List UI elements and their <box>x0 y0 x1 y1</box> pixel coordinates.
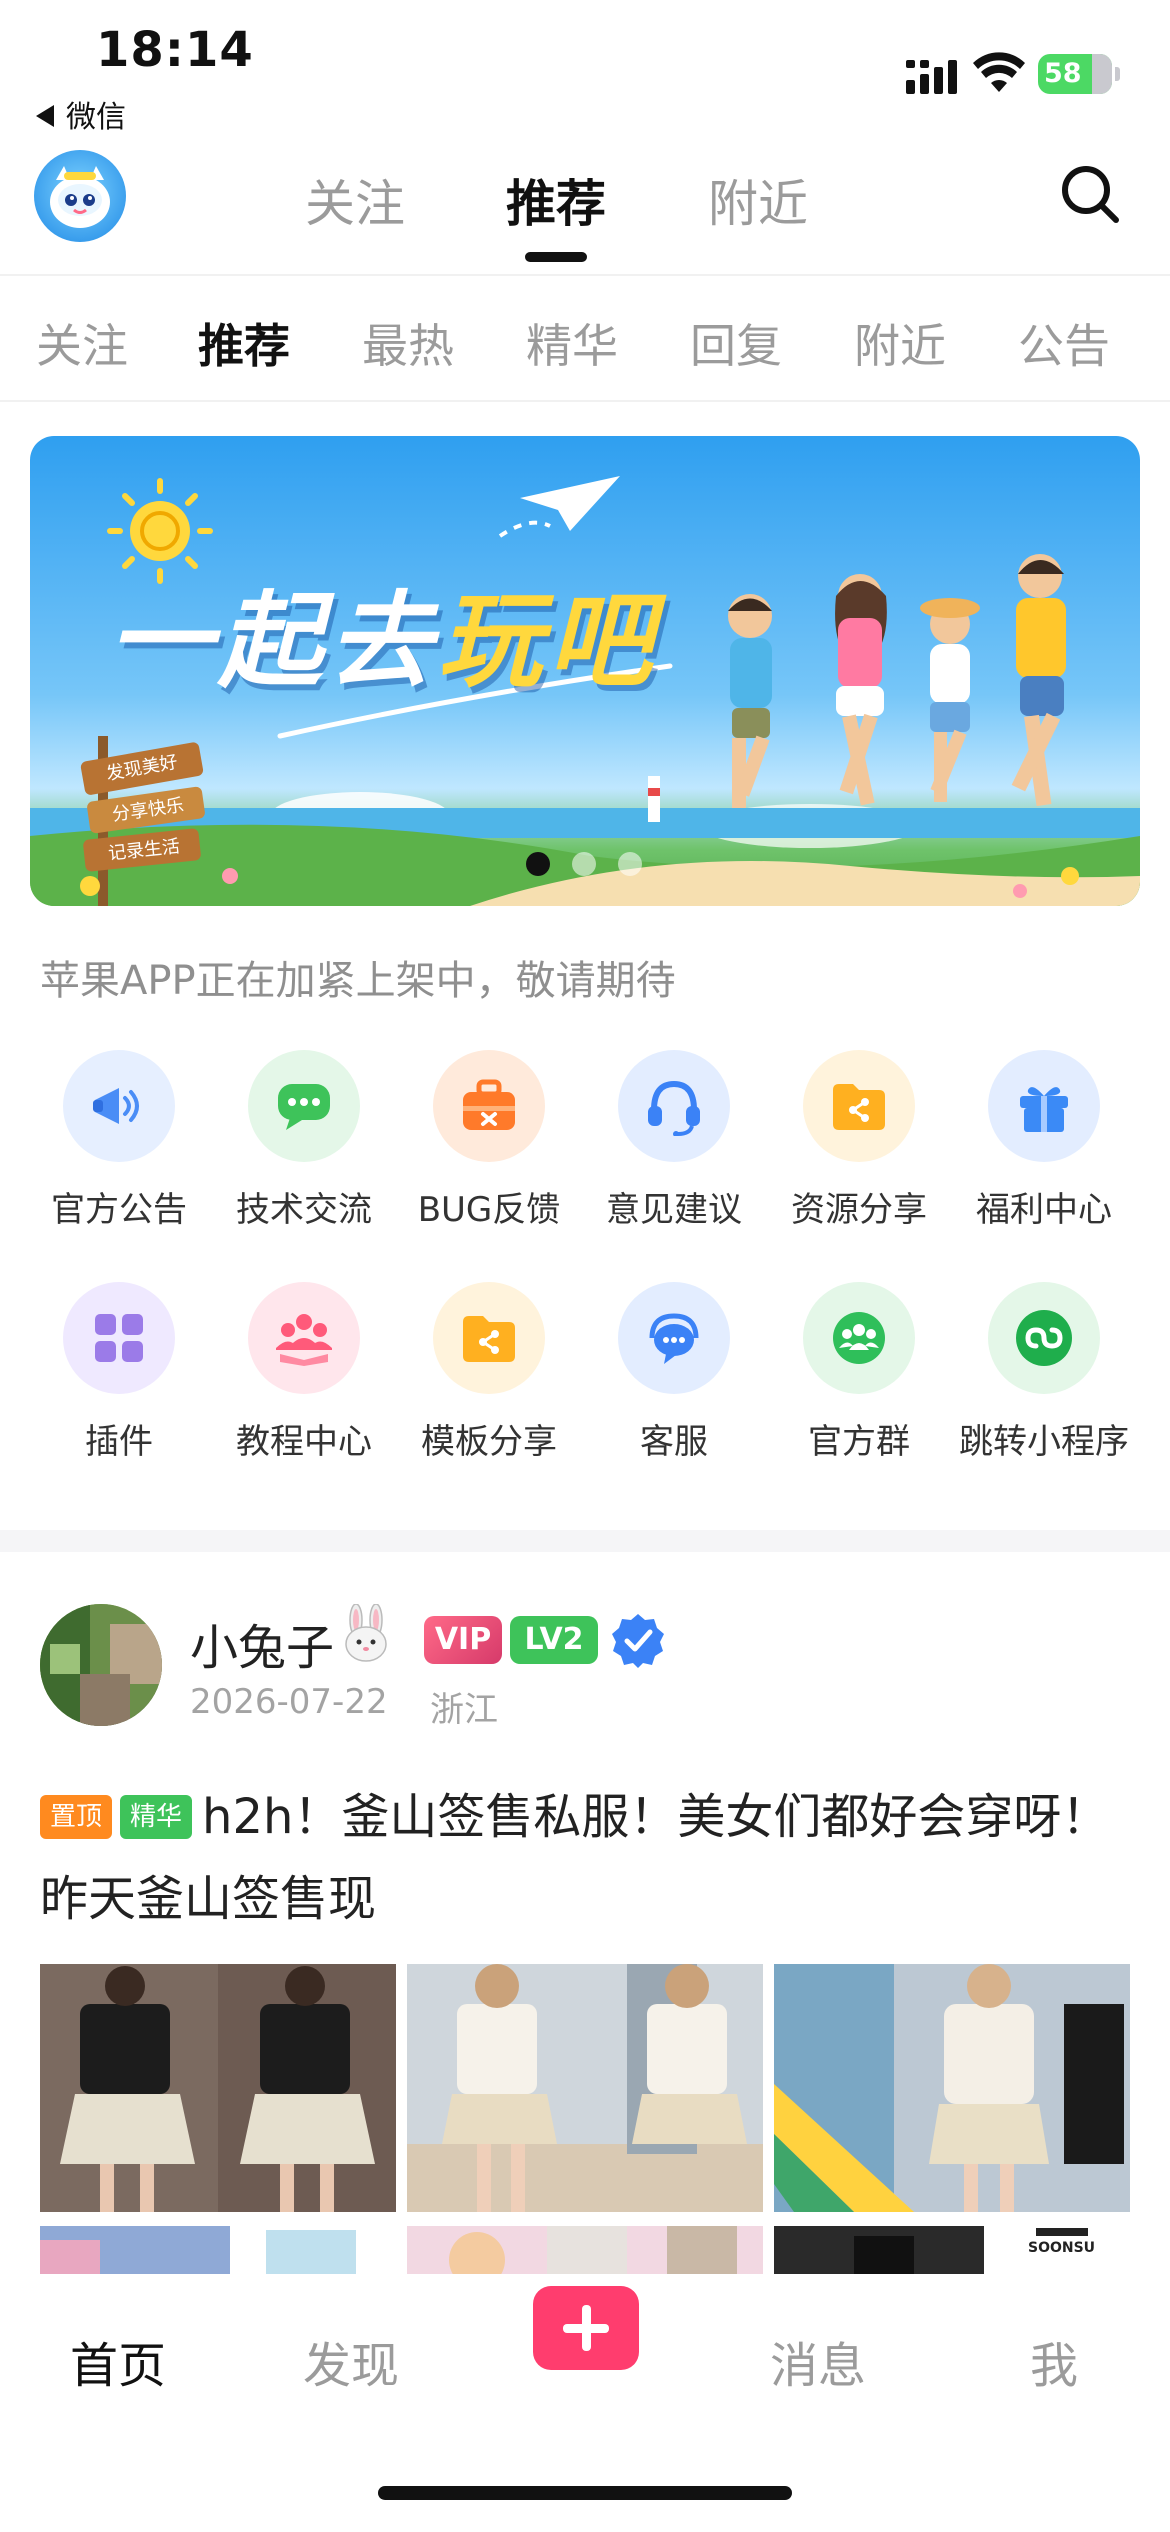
grid-item-suggestions[interactable]: 意见建议 <box>581 1050 767 1260</box>
status-time: 18:14 <box>96 22 254 78</box>
post-author-avatar[interactable] <box>40 1604 162 1726</box>
category-tabs: 关注 推荐 最热 精华 回复 附近 公告 <box>0 276 1170 402</box>
post-date: 2026-07-22 <box>190 1682 388 1722</box>
category-tab-following[interactable]: 关注 <box>36 310 128 376</box>
post-username[interactable]: 小兔子 <box>190 1608 334 1678</box>
post-photo-6[interactable]: SOONSU <box>774 2226 1130 2274</box>
grid-item-resource-share[interactable]: 资源分享 <box>766 1050 952 1260</box>
chat-icon <box>248 1050 360 1162</box>
group-icon <box>248 1282 360 1394</box>
post-photo-2[interactable] <box>407 1964 763 2212</box>
top-tab-nearby[interactable]: 附近 <box>708 164 808 236</box>
gift-icon <box>988 1050 1100 1162</box>
status-bar: 18:14 微信 58 <box>0 0 1170 140</box>
active-tab-indicator <box>525 252 587 262</box>
cellular-signal-icon <box>906 60 957 94</box>
pinned-tag: 置顶 <box>40 1795 113 1839</box>
grid-item-announcements[interactable]: 官方公告 <box>26 1050 212 1260</box>
grid-label: 跳转小程序 <box>959 1422 1129 1462</box>
top-tab-recommended[interactable]: 推荐 <box>506 164 606 236</box>
grid-item-template-share[interactable]: 模板分享 <box>396 1282 582 1492</box>
search-icon[interactable] <box>1058 162 1122 226</box>
folder-share-icon <box>433 1282 545 1394</box>
folder-share-icon <box>803 1050 915 1162</box>
grid-item-tech-talk[interactable]: 技术交流 <box>211 1050 397 1260</box>
back-arrow-icon <box>36 104 54 127</box>
featured-tag: 精华 <box>120 1795 193 1839</box>
tab-home[interactable]: 首页 <box>70 2326 166 2396</box>
post-location: 浙江 <box>430 1690 498 1730</box>
banner-people <box>728 554 1066 808</box>
category-tab-announcements[interactable]: 公告 <box>1018 310 1110 376</box>
grid-item-official-group[interactable]: 官方群 <box>766 1282 952 1492</box>
photo-caption: SOONSU <box>1028 2240 1096 2256</box>
post-content[interactable]: 置顶 精华 h2h！釜山签售私服！美女们都好会穿呀！ 昨天釜山签售现 <box>40 1776 1130 1940</box>
banner-title-highlight: 玩吧 <box>438 580 659 702</box>
wechat-group-icon <box>803 1282 915 1394</box>
battery-level: 58 <box>1044 58 1082 89</box>
service-chat-icon <box>618 1282 730 1394</box>
category-tab-replies[interactable]: 回复 <box>690 310 782 376</box>
category-tab-featured[interactable]: 精华 <box>526 310 618 376</box>
grid-item-customer-service[interactable]: 客服 <box>581 1282 767 1492</box>
grid-item-tutorials[interactable]: 教程中心 <box>211 1282 397 1492</box>
banner-title: 一起去玩吧 <box>108 556 658 707</box>
level-badge: LV2 <box>510 1616 598 1664</box>
home-indicator[interactable] <box>378 2486 792 2500</box>
tab-me[interactable]: 我 <box>1030 2326 1078 2396</box>
back-app-label: 微信 <box>66 100 126 135</box>
wifi-icon <box>973 52 1025 92</box>
category-tab-hottest[interactable]: 最热 <box>362 310 454 376</box>
tab-messages[interactable]: 消息 <box>770 2326 866 2396</box>
rabbit-emoji-icon <box>345 1604 387 1662</box>
grid-item-bug-report[interactable]: BUG反馈 <box>396 1050 582 1260</box>
grid-item-mini-program[interactable]: 跳转小程序 <box>951 1282 1137 1492</box>
grid-item-welfare[interactable]: 福利中心 <box>951 1050 1137 1260</box>
app-header: 关注 推荐 附近 <box>0 150 1170 275</box>
post-photo-3[interactable] <box>774 1964 1130 2212</box>
post-photo-5[interactable] <box>407 2226 763 2274</box>
create-post-button[interactable] <box>533 2286 639 2370</box>
category-tab-recommended[interactable]: 推荐 <box>198 310 290 376</box>
grid-label: 福利中心 <box>976 1190 1112 1230</box>
notice-text: 苹果APP正在加紧上架中，敬请期待 <box>40 958 676 1004</box>
toolbox-icon <box>433 1050 545 1162</box>
category-divider <box>0 400 1170 402</box>
post-photo-1[interactable] <box>40 1964 396 2212</box>
banner-dot-3[interactable] <box>618 852 642 876</box>
banner-title-main: 一起去 <box>108 580 439 702</box>
post-body-text: h2h！釜山签售私服！美女们都好会穿呀！ 昨天釜山签售现 <box>40 1789 1110 1927</box>
vip-badge: VIP <box>424 1616 502 1664</box>
banner-dot-1[interactable] <box>526 852 550 876</box>
back-to-wechat-link[interactable]: 微信 <box>36 92 126 136</box>
battery-indicator: 58 <box>1038 54 1120 94</box>
section-separator <box>0 1530 1170 1552</box>
battery-nub <box>1115 67 1120 81</box>
avatar-photo <box>40 1604 162 1726</box>
banner-dot-2[interactable] <box>572 852 596 876</box>
battery-empty-part <box>1092 54 1112 94</box>
top-tabs: 关注 推荐 附近 <box>0 150 1170 262</box>
post-photo-grid: SOONSU <box>40 1964 1130 2274</box>
megaphone-icon <box>63 1050 175 1162</box>
tab-discover[interactable]: 发现 <box>303 2326 399 2396</box>
grid-item-plugins[interactable]: 插件 <box>26 1282 212 1492</box>
headset-icon <box>618 1050 730 1162</box>
plugin-grid-icon <box>63 1282 175 1394</box>
post-photo-4[interactable] <box>40 2226 396 2274</box>
category-tab-nearby[interactable]: 附近 <box>854 310 946 376</box>
top-tab-following[interactable]: 关注 <box>305 164 405 236</box>
promo-banner[interactable]: 发现美好 分享快乐 记录生活 一起去玩吧 <box>30 436 1140 906</box>
app-screen: 18:14 微信 58 关注 推荐 附近 关注 推荐 最热 精华 回复 附近 公… <box>0 0 1170 2532</box>
verified-icon <box>612 1614 664 1668</box>
mini-program-icon <box>988 1282 1100 1394</box>
